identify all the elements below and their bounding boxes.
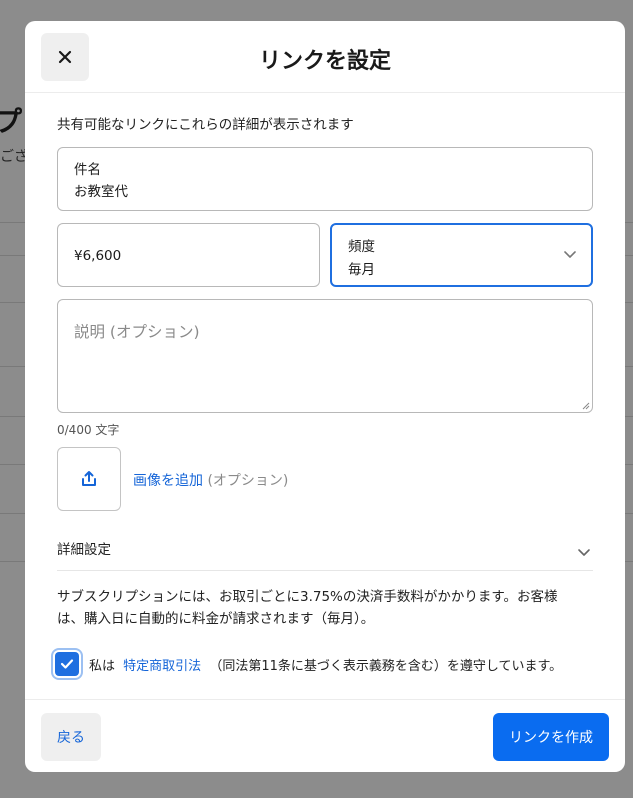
add-image-optional: (オプション) (207, 473, 289, 489)
intro-text: 共有可能なリンクにこれらの詳細が表示されます (57, 117, 354, 133)
advanced-settings-toggle[interactable]: 詳細設定 (57, 535, 593, 571)
advanced-settings-label: 詳細設定 (57, 542, 111, 558)
subject-field[interactable]: 件名 お教室代 (57, 147, 593, 211)
commerce-law-link[interactable]: 特定商取引法 (123, 659, 201, 674)
consent-prefix: 私は (89, 658, 116, 674)
dialog-header: リンクを設定 (25, 21, 625, 93)
amount-field[interactable]: ¥6,600 (57, 223, 320, 287)
consent-row: 私は 特定商取引法 （同法第11条に基づく表示義務を含む）を遵守しています。 (55, 652, 566, 676)
link-settings-dialog: リンクを設定 共有可能なリンクにこれらの詳細が表示されます 件名 お教室代 ¥6… (25, 21, 625, 772)
dialog-footer: 戻る リンクを作成 (25, 699, 625, 772)
description-placeholder: 説明 (オプション) (74, 323, 200, 341)
dialog-title: リンクを設定 (258, 49, 391, 74)
create-link-button[interactable]: リンクを作成 (493, 713, 609, 761)
add-image-row: 画像を追加 (オプション) (133, 470, 288, 490)
frequency-value: 毎月 (348, 262, 375, 278)
description-textarea[interactable]: 説明 (オプション) (57, 299, 593, 413)
frequency-label: 頻度 (348, 239, 375, 255)
chevron-down-icon (564, 251, 576, 258)
back-button[interactable]: 戻る (41, 713, 101, 761)
upload-image-button[interactable] (57, 447, 121, 511)
resize-handle-icon[interactable] (580, 400, 590, 410)
check-icon (60, 659, 74, 669)
fee-notice: サブスクリプションには、お取引ごとに3.75%の決済手数料がかかります。お客様は… (57, 589, 558, 627)
consent-text: 私は 特定商取引法 （同法第11条に基づく表示義務を含む）を遵守しています。 (89, 655, 566, 674)
add-image-link[interactable]: 画像を追加 (133, 473, 203, 489)
frequency-select[interactable]: 頻度 毎月 (330, 223, 593, 287)
upload-icon (82, 471, 96, 486)
subject-value[interactable]: お教室代 (74, 180, 128, 200)
character-count: 0/400 文字 (57, 423, 120, 437)
consent-checkbox[interactable] (55, 652, 79, 676)
subject-label: 件名 (74, 162, 101, 178)
amount-value[interactable]: ¥6,600 (74, 248, 121, 264)
consent-suffix: （同法第11条に基づく表示義務を含む）を遵守しています。 (209, 658, 563, 674)
chevron-down-icon (578, 549, 590, 556)
